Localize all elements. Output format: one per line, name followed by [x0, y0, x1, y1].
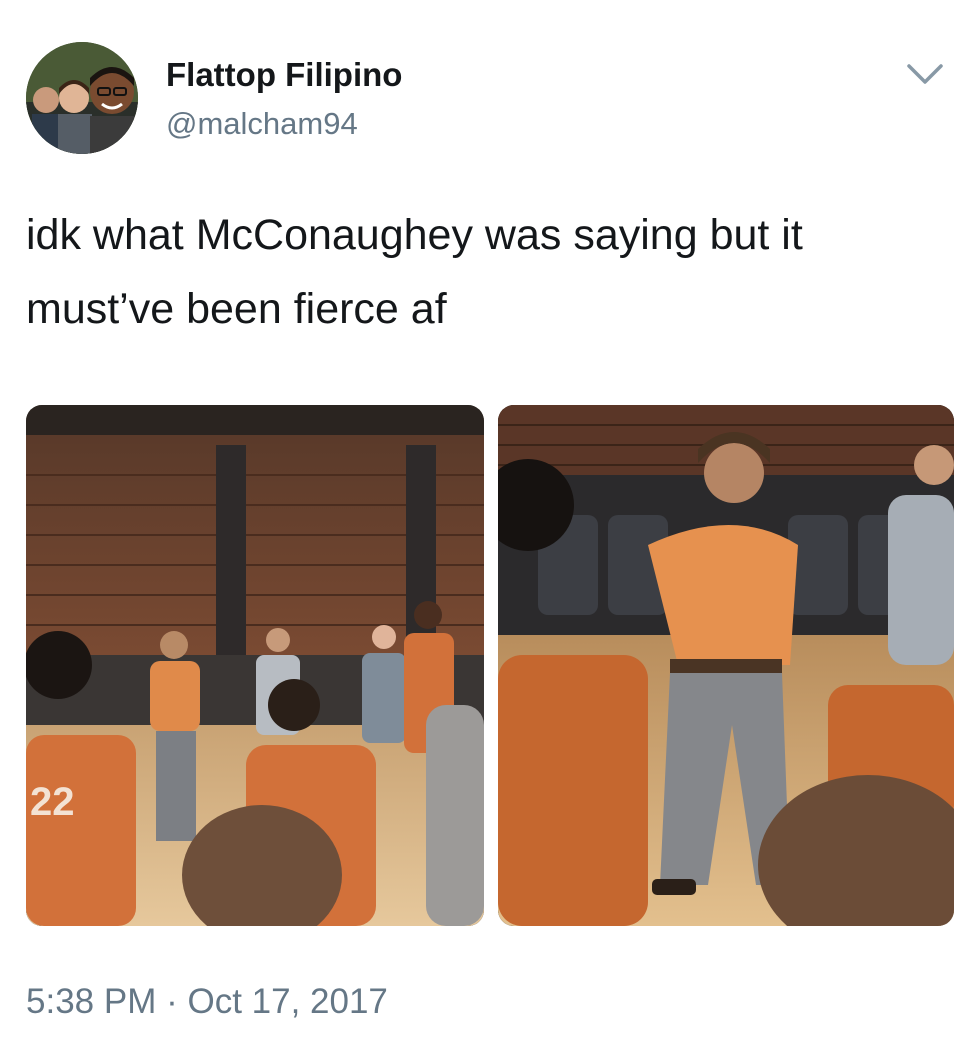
tweet-date: Oct 17, 2017: [187, 982, 388, 1021]
photo-practice-wide[interactable]: 22: [26, 405, 484, 926]
chevron-down-icon[interactable]: [905, 60, 945, 88]
avatar[interactable]: [26, 42, 138, 154]
tweet-timestamp[interactable]: 5:38 PM · Oct 17, 2017: [26, 982, 388, 1022]
author-handle[interactable]: @malcham94: [166, 106, 358, 142]
tweet-text-line: idk what McConaughey was saying but it: [26, 211, 803, 259]
tweet-text: idk what McConaughey was saying but it m…: [26, 198, 956, 346]
author-name[interactable]: Flattop Filipino: [166, 56, 402, 94]
tweet-time: 5:38 PM: [26, 982, 157, 1021]
svg-text:22: 22: [30, 780, 75, 824]
tweet-card: Flattop Filipino @malcham94 idk what McC…: [0, 0, 980, 1064]
photo-practice-close[interactable]: [498, 405, 954, 926]
meta-separator: ·: [156, 982, 188, 1021]
tweet-text-line: must’ve been fierce af: [26, 285, 447, 333]
